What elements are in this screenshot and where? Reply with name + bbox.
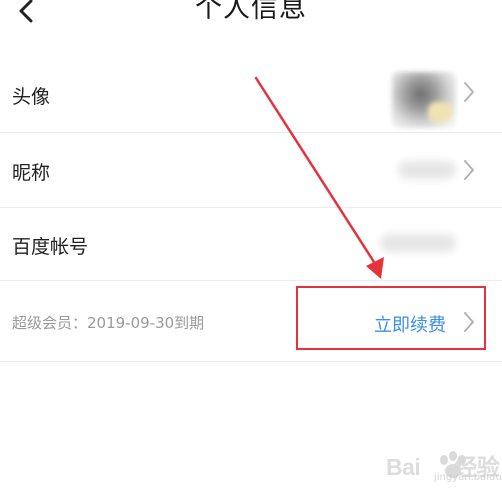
nickname-label: 昵称	[12, 162, 51, 184]
page-title: 个人信息	[195, 0, 307, 24]
membership-expiry-label: 超级会员：2019-09-30到期	[12, 314, 205, 332]
baidu-account-label: 百度帐号	[12, 236, 89, 258]
annotation-highlight-box	[296, 286, 486, 350]
top-bar: 个人信息	[0, 0, 502, 40]
avatar-label: 头像	[12, 86, 51, 108]
avatar-detail	[428, 102, 452, 122]
nickname-value-blurred	[398, 161, 456, 179]
watermark-domain: jingyan.baidu.com	[434, 472, 502, 483]
chevron-right-icon	[464, 82, 474, 102]
chevron-right-icon	[464, 160, 474, 180]
divider	[0, 361, 502, 362]
avatar	[392, 72, 456, 128]
profile-info-screen: 个人信息 头像 昵称 百度帐号 超级会员：2019-09-30到期 立即续费 B…	[0, 0, 502, 492]
baidu-account-value-blurred	[380, 234, 456, 252]
